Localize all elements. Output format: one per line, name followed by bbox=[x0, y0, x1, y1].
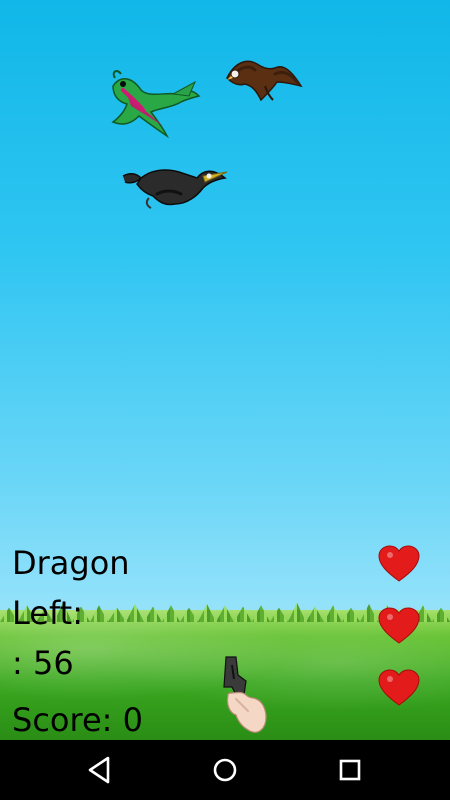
android-navbar bbox=[0, 740, 450, 800]
gun-hand-icon[interactable] bbox=[216, 655, 270, 737]
circle-home-icon[interactable] bbox=[207, 752, 243, 788]
triangle-back-icon[interactable] bbox=[82, 752, 118, 788]
square-recents-icon[interactable] bbox=[332, 752, 368, 788]
game-canvas[interactable]: Dragon Left: : 56 Score: 0 bbox=[0, 0, 450, 740]
heart-icon bbox=[378, 607, 420, 644]
crow-sprite[interactable] bbox=[121, 160, 231, 212]
hud-score: Score: 0 bbox=[12, 701, 143, 739]
hud-dragon-left-line3: : 56 bbox=[12, 644, 74, 682]
dragon-sprite[interactable] bbox=[103, 68, 201, 138]
eagle-sprite[interactable] bbox=[221, 52, 307, 104]
heart-icon bbox=[378, 545, 420, 582]
hud-dragon-left-line1: Dragon bbox=[12, 544, 130, 582]
heart-icon bbox=[378, 669, 420, 706]
hud-dragon-left-line2: Left: bbox=[12, 594, 83, 632]
